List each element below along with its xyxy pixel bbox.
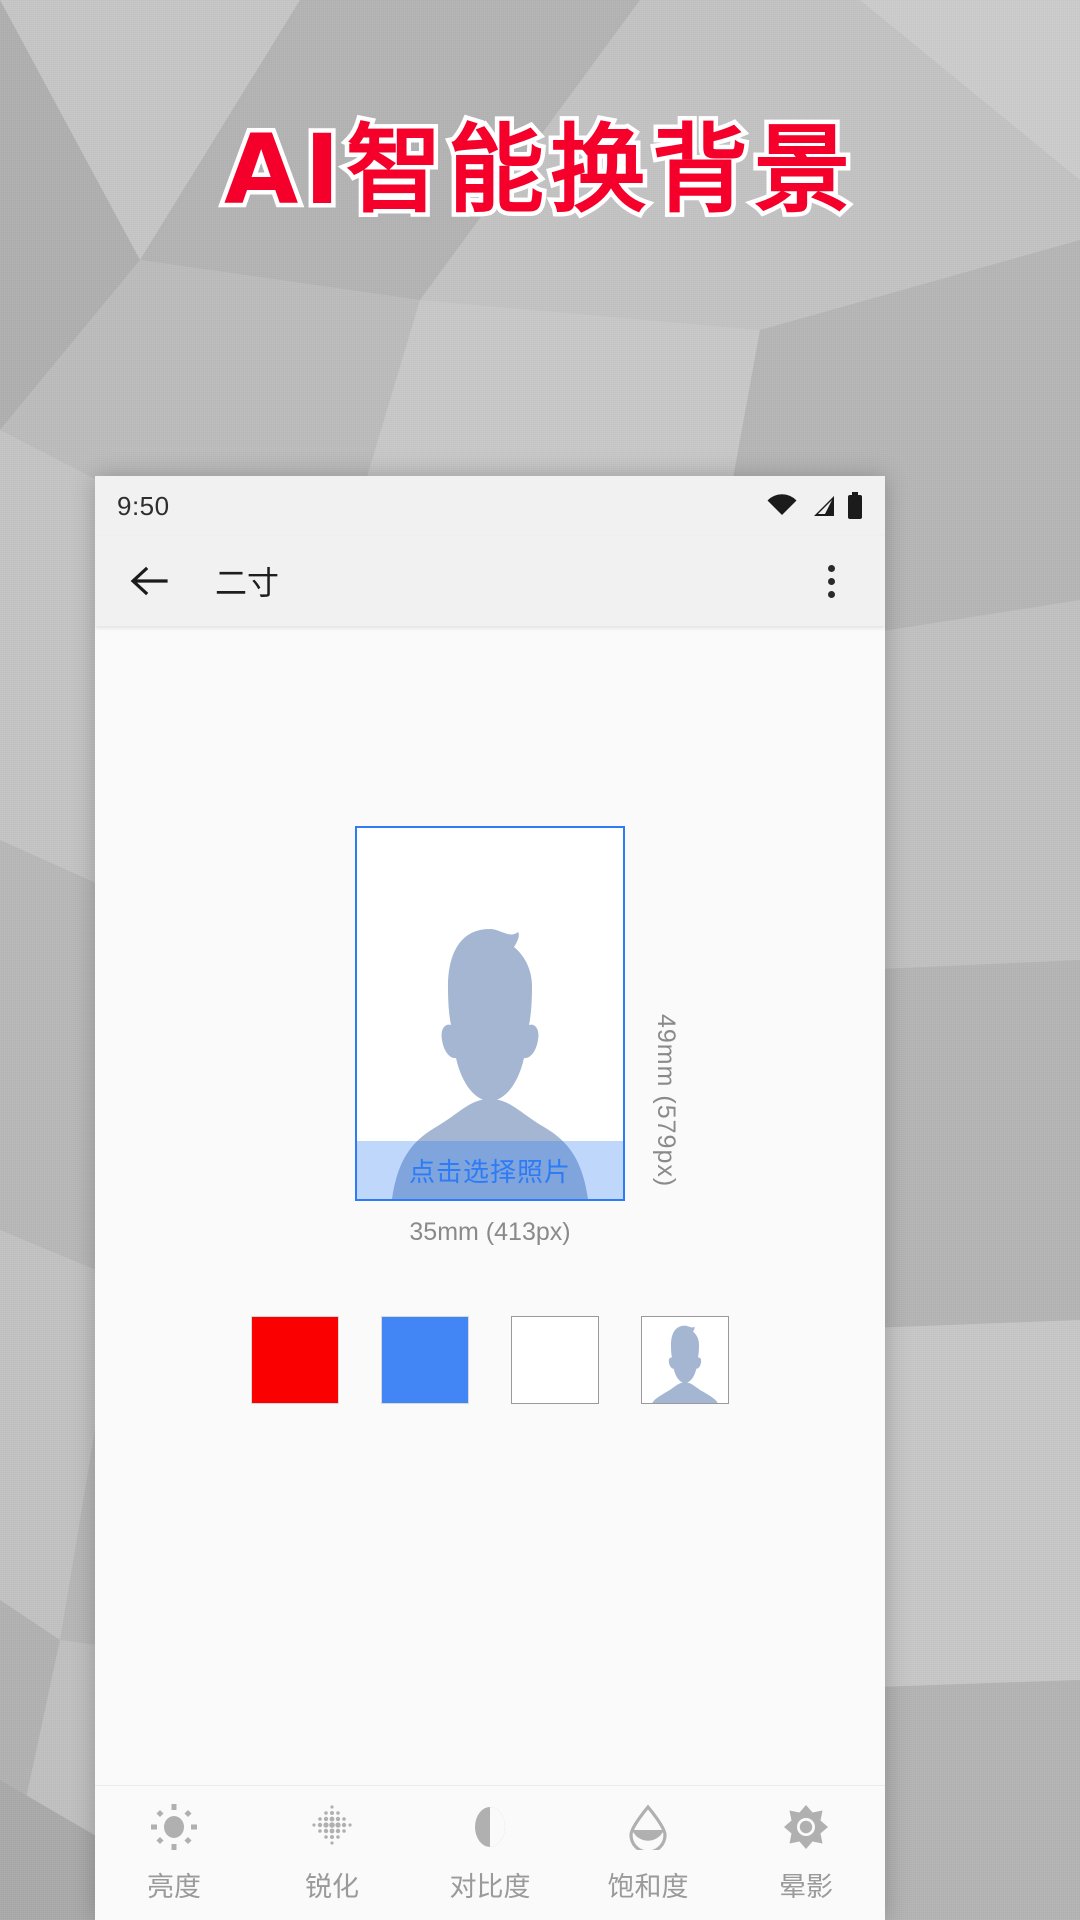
contrast-icon xyxy=(475,1806,505,1847)
brightness-icon xyxy=(151,1803,197,1850)
sharpen-icon-wrap xyxy=(309,1803,355,1851)
signal-icon xyxy=(814,496,834,516)
tool-label: 锐化 xyxy=(305,1871,359,1903)
swatch-white[interactable] xyxy=(511,1316,599,1404)
more-vertical-icon-dot xyxy=(827,590,835,598)
more-vertical-icon-dot xyxy=(827,564,835,572)
status-bar: 9:50 xyxy=(95,476,885,536)
sharpen-icon xyxy=(312,1804,352,1845)
tool-vignette[interactable]: 晕影 xyxy=(736,1803,876,1904)
saturation-icon xyxy=(629,1804,667,1850)
background-color-swatches xyxy=(95,1316,885,1404)
status-icons xyxy=(767,492,863,520)
tool-brightness[interactable]: 亮度 xyxy=(104,1803,244,1904)
tool-sharpen[interactable]: 锐化 xyxy=(262,1803,402,1904)
vignette-icon xyxy=(784,1804,828,1849)
back-button[interactable] xyxy=(121,553,177,609)
adjust-toolbar: 亮度 锐化 对比度 饱和度 晕影 xyxy=(95,1785,885,1920)
app-bar: 二寸 xyxy=(95,536,885,626)
page-title: 二寸 xyxy=(215,564,280,602)
tool-label: 晕影 xyxy=(779,1871,833,1903)
photo-width-label: 35mm (413px) xyxy=(409,1218,571,1246)
battery-icon xyxy=(848,492,862,519)
saturation-icon-wrap xyxy=(625,1803,671,1851)
photo-area: 点击选择照片 35mm (413px) 49mm (579px) xyxy=(95,826,885,1246)
wifi-icon xyxy=(767,494,797,515)
swatch-original[interactable] xyxy=(641,1316,729,1404)
photo-frame[interactable]: 点击选择照片 xyxy=(355,826,625,1201)
pick-photo-label[interactable]: 点击选择照片 xyxy=(357,1141,623,1199)
tool-label: 亮度 xyxy=(147,1871,201,1903)
brightness-icon-wrap xyxy=(151,1803,197,1851)
status-clock: 9:50 xyxy=(117,490,170,521)
swatch-red[interactable] xyxy=(251,1316,339,1404)
photo-stage: 点击选择照片 35mm (413px) 49mm (579px) xyxy=(355,826,680,1246)
tool-label: 饱和度 xyxy=(607,1871,689,1903)
phone-screenshot-panel: 9:50 二寸 点击选择照片 35mm (413px) 49mm (579px)… xyxy=(95,476,885,1920)
back-arrow-icon xyxy=(130,566,168,596)
vignette-icon-wrap xyxy=(783,1803,829,1851)
tool-contrast[interactable]: 对比度 xyxy=(420,1803,560,1904)
tool-saturation[interactable]: 饱和度 xyxy=(578,1803,718,1904)
tool-label: 对比度 xyxy=(449,1871,531,1903)
poster-headline: AI智能换背景 xyxy=(219,113,856,227)
photo-height-label: 49mm (579px) xyxy=(652,1014,680,1188)
person-silhouette-icon xyxy=(652,1325,718,1403)
contrast-icon-wrap xyxy=(467,1803,513,1851)
overflow-menu-button[interactable] xyxy=(803,553,859,609)
swatch-blue[interactable] xyxy=(381,1316,469,1404)
more-vertical-icon-dot xyxy=(827,577,835,585)
editor-workspace: 点击选择照片 35mm (413px) 49mm (579px) xyxy=(95,626,885,1786)
